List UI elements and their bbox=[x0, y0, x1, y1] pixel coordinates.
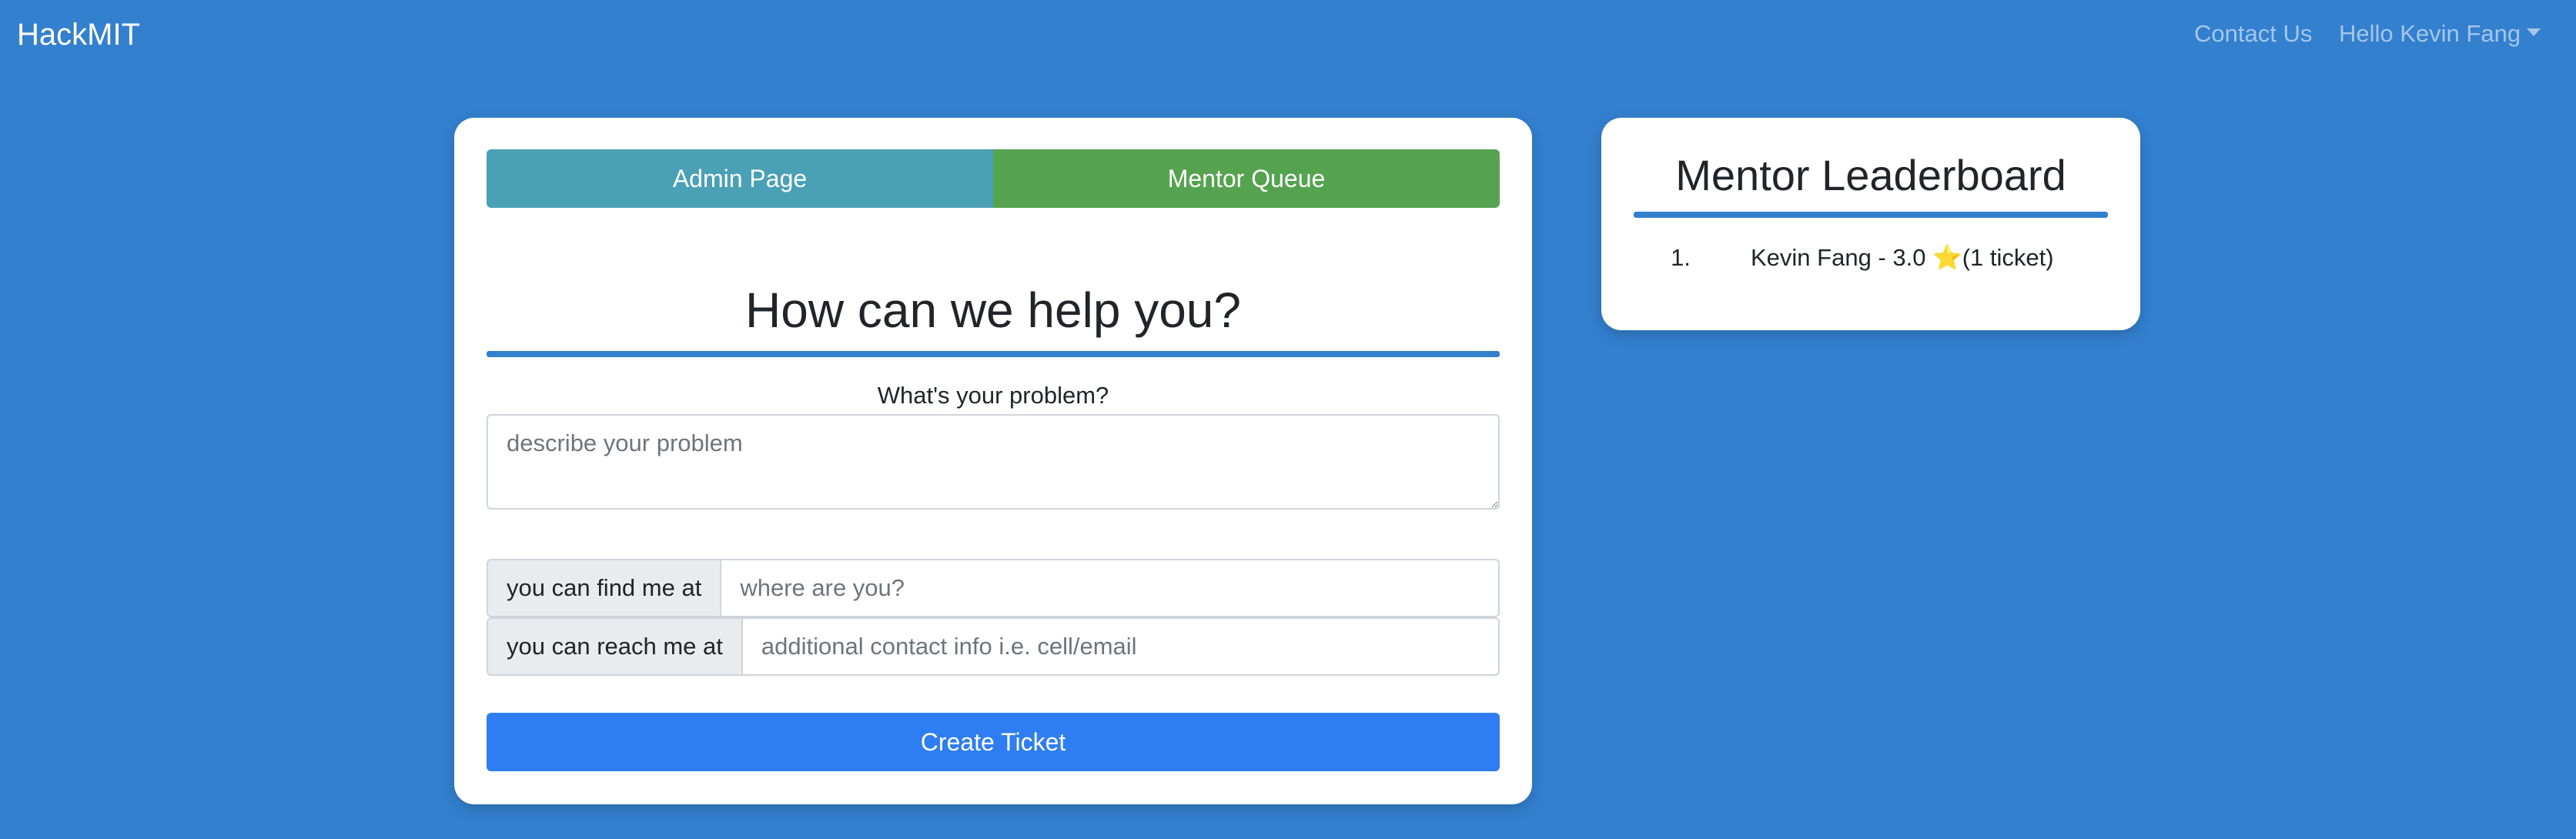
page-title: How can we help you? bbox=[745, 282, 1241, 338]
contact-addon: you can reach me at bbox=[487, 617, 743, 676]
problem-label: What's your problem? bbox=[877, 382, 1109, 409]
location-input-group: you can find me at bbox=[487, 559, 1500, 617]
leaderboard-card: Mentor Leaderboard 1. Kevin Fang - 3.0 ⭐… bbox=[1601, 118, 2140, 330]
mentor-name-score: Kevin Fang - 3.0 bbox=[1751, 244, 1926, 271]
title-divider bbox=[487, 351, 1500, 357]
leaderboard-list: 1. Kevin Fang - 3.0 ⭐(1 ticket) bbox=[1601, 241, 2140, 275]
location-input[interactable] bbox=[721, 559, 1500, 617]
leaderboard-entry: 1. Kevin Fang - 3.0 ⭐(1 ticket) bbox=[1601, 241, 2140, 275]
contact-us-link[interactable]: Contact Us bbox=[2194, 18, 2312, 49]
leaderboard-title: Mentor Leaderboard bbox=[1675, 151, 2066, 199]
star-icon: ⭐ bbox=[1932, 244, 1962, 271]
leaderboard-divider bbox=[1634, 212, 2108, 218]
navbar: HackMIT Contact Us Hello Kevin Fang bbox=[0, 0, 2576, 69]
ticket-count: (1 ticket) bbox=[1962, 244, 2054, 271]
create-ticket-button[interactable]: Create Ticket bbox=[487, 713, 1500, 771]
admin-page-button[interactable]: Admin Page bbox=[487, 149, 993, 208]
brand-logo[interactable]: HackMIT bbox=[17, 17, 140, 52]
user-menu-dropdown[interactable]: Hello Kevin Fang bbox=[2339, 18, 2541, 49]
leaderboard-entry-text: Kevin Fang - 3.0 ⭐(1 ticket) bbox=[1751, 241, 2054, 275]
mentor-queue-button[interactable]: Mentor Queue bbox=[993, 149, 1500, 208]
location-addon: you can find me at bbox=[487, 559, 722, 617]
contact-input[interactable] bbox=[742, 617, 1500, 676]
user-greeting: Hello Kevin Fang bbox=[2339, 20, 2521, 47]
contact-input-group: you can reach me at bbox=[487, 617, 1500, 676]
problem-textarea[interactable] bbox=[487, 414, 1500, 510]
ticket-card: Admin Page Mentor Queue How can we help … bbox=[454, 118, 1532, 804]
caret-down-icon bbox=[2527, 28, 2541, 36]
leaderboard-rank: 1. bbox=[1671, 244, 1691, 271]
